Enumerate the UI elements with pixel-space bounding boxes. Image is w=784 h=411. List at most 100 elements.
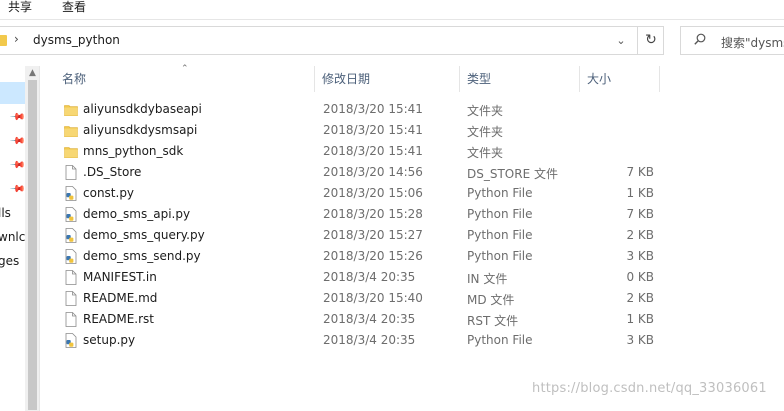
pin-icon: 📌	[8, 133, 26, 150]
file-type: MD 文件	[467, 293, 515, 307]
file-size: 7 KB	[626, 207, 654, 221]
nav-item-label[interactable]: wnlc	[0, 230, 25, 244]
address-history-dropdown[interactable]: ⌄	[611, 30, 631, 52]
file-type: 文件夹	[467, 104, 504, 118]
file-date: 2018/3/20 15:06	[323, 186, 423, 200]
file-type: 文件夹	[467, 146, 504, 160]
nav-item-label[interactable]: ges	[0, 254, 19, 268]
ribbon-tab-share[interactable]: 共享	[8, 0, 32, 17]
file-size: 7 KB	[626, 165, 654, 179]
file-icon	[64, 291, 78, 306]
file-type: 文件夹	[467, 125, 504, 139]
table-row[interactable]: MANIFEST.in 2018/3/4 20:35 IN 文件 0 KB	[56, 267, 784, 288]
nav-scrollbar-thumb[interactable]	[28, 80, 37, 410]
file-name: MANIFEST.in	[83, 270, 157, 284]
search-icon	[694, 33, 706, 49]
column-divider[interactable]	[314, 66, 315, 92]
folder-icon	[0, 35, 7, 46]
column-divider[interactable]	[579, 66, 580, 92]
file-size: 0 KB	[626, 270, 654, 284]
navigation-pane[interactable]: 📌 📌 📌 📌 lls wnlc ges ▲	[0, 66, 40, 411]
file-type: Python File	[467, 333, 533, 347]
sort-ascending-icon: ⌃	[181, 64, 189, 74]
python-file-icon	[64, 249, 78, 264]
folder-icon	[64, 123, 78, 138]
file-size: 3 KB	[626, 333, 654, 347]
nav-selected-item[interactable]	[0, 82, 25, 104]
file-name: README.md	[83, 291, 158, 305]
file-name: setup.py	[83, 333, 136, 347]
file-date: 2018/3/20 15:41	[323, 123, 423, 137]
file-type: DS_STORE 文件	[467, 167, 558, 181]
python-file-icon	[64, 186, 78, 201]
pin-icon: 📌	[8, 181, 26, 198]
column-divider[interactable]	[459, 66, 460, 92]
watermark: https://blog.csdn.net/qq_33036061	[532, 381, 767, 396]
file-date: 2018/3/4 20:35	[323, 312, 416, 326]
file-date: 2018/3/20 14:56	[323, 165, 423, 179]
file-name: demo_sms_send.py	[83, 249, 201, 263]
table-row[interactable]: aliyunsdkdysmsapi 2018/3/20 15:41 文件夹	[56, 120, 784, 141]
column-header-date[interactable]: 修改日期	[322, 66, 370, 92]
address-bar[interactable]: › dysms_python ⌄ ↻	[0, 26, 664, 55]
table-row[interactable]: README.md 2018/3/20 15:40 MD 文件 2 KB	[56, 288, 784, 309]
file-list: ⌃ 名称 修改日期 类型 大小 aliyunsdkdybaseapi 2018/3…	[41, 64, 784, 411]
ribbon-tab-view[interactable]: 查看	[62, 0, 86, 17]
chevron-down-icon: ⌄	[616, 34, 626, 47]
folder-icon	[64, 102, 78, 117]
breadcrumb-separator-icon[interactable]: ›	[14, 32, 19, 46]
file-type: Python File	[467, 207, 533, 221]
refresh-button[interactable]: ↻	[637, 27, 664, 54]
table-row[interactable]: demo_sms_send.py 2018/3/20 15:26 Python Fi…	[56, 246, 784, 267]
nav-item-label[interactable]: lls	[0, 206, 11, 220]
search-input[interactable]: 搜索"dysms_python"	[680, 26, 784, 55]
table-row[interactable]: demo_sms_api.py 2018/3/20 15:28 Python Fil…	[56, 204, 784, 225]
file-icon	[64, 165, 78, 180]
file-type: Python File	[467, 228, 533, 242]
table-row[interactable]: README.rst 2018/3/4 20:35 RST 文件 1 KB	[56, 309, 784, 330]
file-type: IN 文件	[467, 272, 508, 286]
file-size: 2 KB	[626, 291, 654, 305]
file-size: 1 KB	[626, 186, 654, 200]
file-icon	[64, 312, 78, 327]
file-size: 2 KB	[626, 228, 654, 242]
file-size: 3 KB	[626, 249, 654, 263]
table-row[interactable]: .DS_Store 2018/3/20 14:56 DS_STORE 文件 7 KB	[56, 162, 784, 183]
file-date: 2018/3/20 15:40	[323, 291, 423, 305]
python-file-icon	[64, 228, 78, 243]
file-name: demo_sms_query.py	[83, 228, 205, 242]
table-row[interactable]: aliyunsdkdybaseapi 2018/3/20 15:41 文件夹	[56, 99, 784, 120]
file-name: aliyunsdkdysmsapi	[83, 123, 198, 137]
search-placeholder: 搜索"dysms_python"	[721, 36, 784, 50]
scroll-up-icon[interactable]: ▲	[25, 68, 39, 78]
pin-icon: 📌	[8, 157, 26, 174]
column-header-type[interactable]: 类型	[467, 66, 491, 92]
file-type: Python File	[467, 249, 533, 263]
breadcrumb-dysms-python[interactable]: dysms_python	[33, 33, 120, 47]
table-row[interactable]: setup.py 2018/3/4 20:35 Python File 3 KB	[56, 330, 784, 351]
python-file-icon	[64, 207, 78, 222]
file-date: 2018/3/20 15:26	[323, 249, 423, 263]
file-size: 1 KB	[626, 312, 654, 326]
file-name: aliyunsdkdybaseapi	[83, 102, 202, 116]
file-date: 2018/3/20 15:41	[323, 102, 423, 116]
python-file-icon	[64, 333, 78, 348]
table-row[interactable]: mns_python_sdk 2018/3/20 15:41 文件夹	[56, 141, 784, 162]
ribbon: 共享 查看	[0, 0, 784, 20]
file-date: 2018/3/20 15:41	[323, 144, 423, 158]
file-name: mns_python_sdk	[83, 144, 184, 158]
table-row[interactable]: const.py 2018/3/20 15:06 Python File 1 KB	[56, 183, 784, 204]
file-date: 2018/3/20 15:28	[323, 207, 423, 221]
file-icon	[64, 270, 78, 285]
nav-scrollbar[interactable]: ▲	[25, 66, 39, 411]
column-divider[interactable]	[659, 66, 660, 92]
folder-icon	[64, 144, 78, 159]
table-row[interactable]: demo_sms_query.py 2018/3/20 15:27 Python F…	[56, 225, 784, 246]
column-header-size[interactable]: 大小	[587, 66, 611, 92]
column-header-name[interactable]: 名称	[62, 66, 86, 92]
file-type: RST 文件	[467, 314, 519, 328]
file-name: demo_sms_api.py	[83, 207, 191, 221]
file-date: 2018/3/4 20:35	[323, 270, 416, 284]
pin-icon: 📌	[8, 109, 26, 126]
file-name: .DS_Store	[83, 165, 142, 179]
